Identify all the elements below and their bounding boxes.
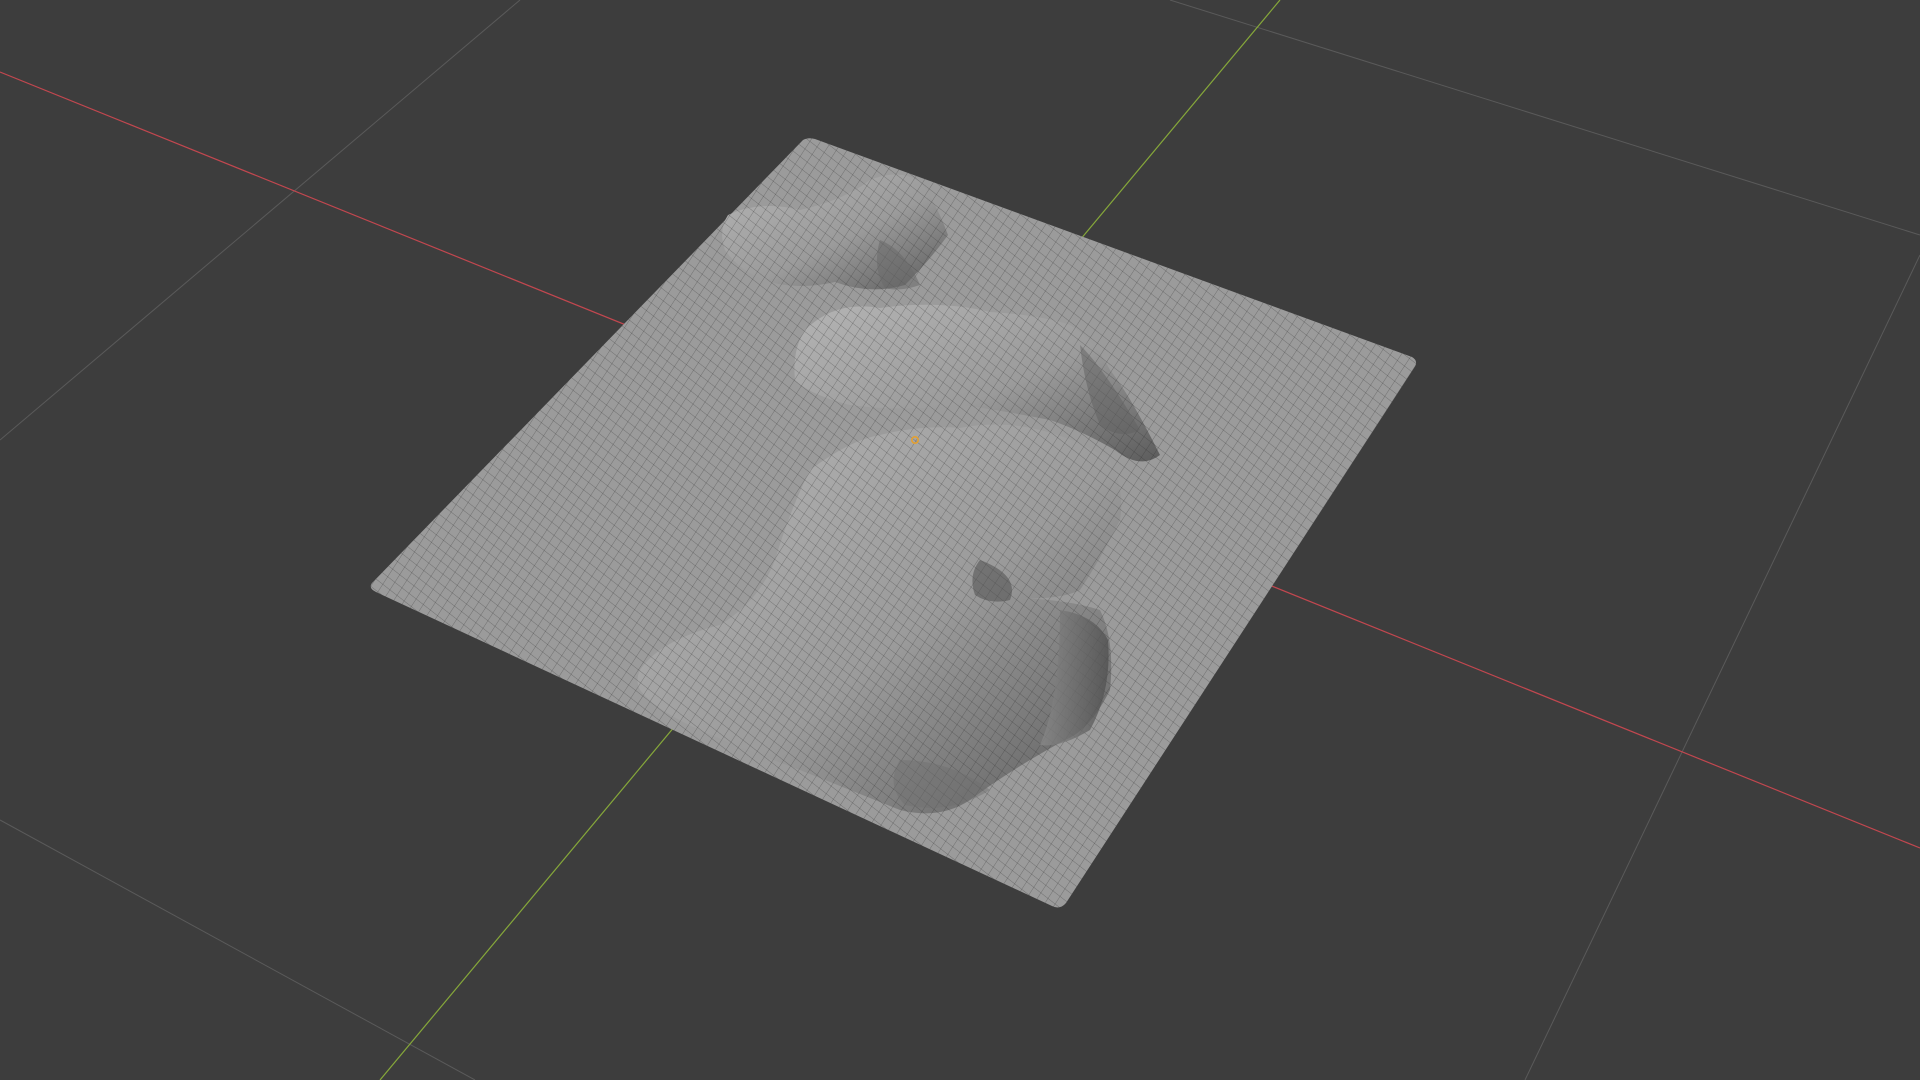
floor-grid-line xyxy=(1169,0,1920,236)
terrain-mesh[interactable] xyxy=(370,138,1417,908)
viewport-scene[interactable] xyxy=(0,0,1920,1080)
3d-viewport[interactable] xyxy=(0,0,1920,1080)
floor-grid-line xyxy=(0,0,521,441)
floor-grid-line xyxy=(1524,254,1920,1080)
floor-grid-line xyxy=(0,819,476,1080)
